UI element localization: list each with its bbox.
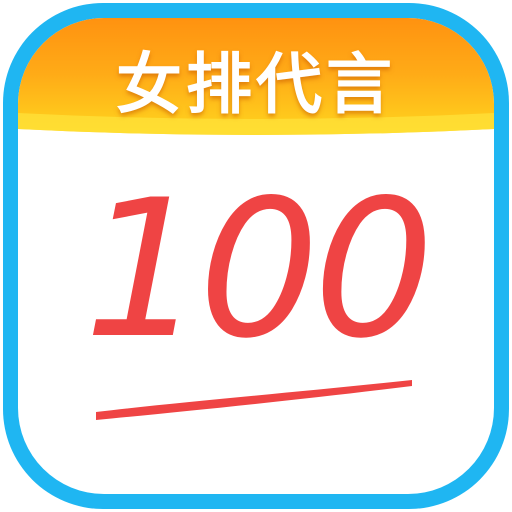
score-number: 100 bbox=[83, 159, 435, 380]
app-icon[interactable]: 女排代言 100 bbox=[0, 0, 512, 512]
icon-title: 女排代言 bbox=[116, 46, 396, 123]
